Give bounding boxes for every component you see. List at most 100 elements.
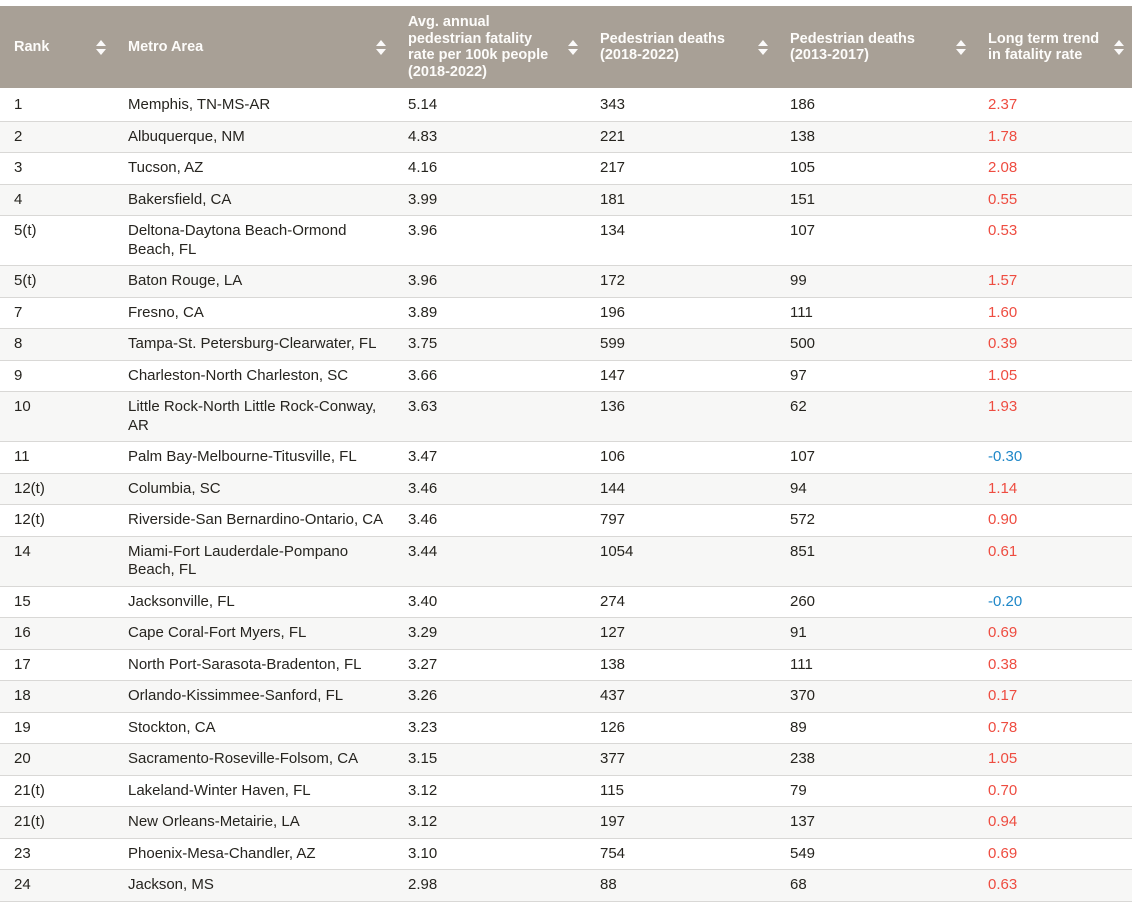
trend-cell: 0.17 (980, 681, 1132, 712)
deaths-2013-2017-cell: 107 (782, 216, 980, 247)
fatality-rate-cell: 3.99 (400, 185, 592, 216)
metro-area-cell: North Port-Sarasota-Bradenton, FL (120, 650, 400, 681)
deaths-2013-2017-cell: 370 (782, 681, 980, 712)
fatality-rate-cell: 3.12 (400, 807, 592, 838)
fatality-rate-cell: 3.89 (400, 298, 592, 329)
deaths-2018-2022-cell: 1054 (592, 537, 782, 568)
fatality-rate-cell: 3.15 (400, 744, 592, 775)
metro-area-cell: Bakersfield, CA (120, 185, 400, 216)
deaths-2018-2022-cell: 599 (592, 329, 782, 360)
column-header-rank[interactable]: Rank (0, 31, 120, 64)
trend-cell: 1.14 (980, 474, 1132, 505)
trend-cell: 0.63 (980, 870, 1132, 901)
trend-cell: 1.78 (980, 122, 1132, 153)
rank-cell: 14 (0, 537, 120, 568)
trend-cell: 0.90 (980, 505, 1132, 536)
rank-cell: 8 (0, 329, 120, 360)
table-body: 1 Memphis, TN-MS-AR 5.14 343 186 2.37 2 … (0, 90, 1132, 902)
fatality-rate-cell: 3.10 (400, 839, 592, 870)
metro-area-cell: Lakeland-Winter Haven, FL (120, 776, 400, 807)
rank-cell: 19 (0, 713, 120, 744)
deaths-2018-2022-cell: 172 (592, 266, 782, 297)
fatality-rate-cell: 3.44 (400, 537, 592, 568)
deaths-2013-2017-cell: 91 (782, 618, 980, 649)
rank-cell: 20 (0, 744, 120, 775)
column-header-metro-area[interactable]: Metro Area (120, 31, 400, 64)
deaths-2018-2022-cell: 147 (592, 361, 782, 392)
column-header-fatality-rate[interactable]: Avg. annual pedestrian fatality rate per… (400, 6, 592, 88)
column-header-deaths-2018-2022[interactable]: Pedestrian deaths (2018-2022) (592, 23, 782, 72)
fatality-rate-cell: 3.29 (400, 618, 592, 649)
sort-icon[interactable] (956, 40, 966, 55)
trend-cell: 1.57 (980, 266, 1132, 297)
table-row: 8 Tampa-St. Petersburg-Clearwater, FL 3.… (0, 329, 1132, 361)
column-header-deaths-2013-2017-label: Pedestrian deaths (2013-2017) (790, 31, 950, 64)
metro-area-cell: Charleston-North Charleston, SC (120, 361, 400, 392)
metro-area-cell: Albuquerque, NM (120, 122, 400, 153)
column-header-long-term-trend-label: Long term trend in fatality rate (988, 31, 1108, 64)
metro-area-cell: Cape Coral-Fort Myers, FL (120, 618, 400, 649)
table-header-row: Rank Metro Area Avg. annual pedestrian f… (0, 6, 1132, 88)
deaths-2018-2022-cell: 797 (592, 505, 782, 536)
metro-area-cell: Deltona-Daytona Beach-Ormond Beach, FL (120, 216, 400, 265)
deaths-2018-2022-cell: 197 (592, 807, 782, 838)
table-row: 2 Albuquerque, NM 4.83 221 138 1.78 (0, 122, 1132, 154)
trend-cell: 0.53 (980, 216, 1132, 247)
metro-area-cell: Tucson, AZ (120, 153, 400, 184)
rank-cell: 2 (0, 122, 120, 153)
trend-cell: 0.78 (980, 713, 1132, 744)
table-row: 14 Miami-Fort Lauderdale-Pompano Beach, … (0, 537, 1132, 587)
rank-cell: 1 (0, 90, 120, 121)
trend-cell: 2.08 (980, 153, 1132, 184)
column-header-long-term-trend[interactable]: Long term trend in fatality rate (980, 23, 1132, 72)
deaths-2018-2022-cell: 88 (592, 870, 782, 901)
sort-icon[interactable] (376, 40, 386, 55)
deaths-2018-2022-cell: 115 (592, 776, 782, 807)
deaths-2018-2022-cell: 377 (592, 744, 782, 775)
deaths-2013-2017-cell: 260 (782, 587, 980, 618)
table-row: 23 Phoenix-Mesa-Chandler, AZ 3.10 754 54… (0, 839, 1132, 871)
metro-area-cell: Stockton, CA (120, 713, 400, 744)
sort-icon[interactable] (96, 40, 106, 55)
rank-cell: 15 (0, 587, 120, 618)
rank-cell: 4 (0, 185, 120, 216)
deaths-2018-2022-cell: 343 (592, 90, 782, 121)
rank-cell: 23 (0, 839, 120, 870)
table-row: 21(t) New Orleans-Metairie, LA 3.12 197 … (0, 807, 1132, 839)
deaths-2018-2022-cell: 221 (592, 122, 782, 153)
column-header-deaths-2013-2017[interactable]: Pedestrian deaths (2013-2017) (782, 23, 980, 72)
deaths-2018-2022-cell: 754 (592, 839, 782, 870)
deaths-2013-2017-cell: 137 (782, 807, 980, 838)
rank-cell: 12(t) (0, 505, 120, 536)
table-row: 5(t) Baton Rouge, LA 3.96 172 99 1.57 (0, 266, 1132, 298)
fatality-rate-cell: 3.26 (400, 681, 592, 712)
table-row: 3 Tucson, AZ 4.16 217 105 2.08 (0, 153, 1132, 185)
trend-cell: 0.69 (980, 839, 1132, 870)
deaths-2013-2017-cell: 238 (782, 744, 980, 775)
rank-cell: 17 (0, 650, 120, 681)
trend-cell: 0.94 (980, 807, 1132, 838)
metro-area-cell: New Orleans-Metairie, LA (120, 807, 400, 838)
table-row: 15 Jacksonville, FL 3.40 274 260 -0.20 (0, 587, 1132, 619)
metro-area-cell: Little Rock-North Little Rock-Conway, AR (120, 392, 400, 441)
deaths-2018-2022-cell: 144 (592, 474, 782, 505)
metro-area-cell: Memphis, TN-MS-AR (120, 90, 400, 121)
fatality-rate-cell: 3.46 (400, 505, 592, 536)
table-row: 24 Jackson, MS 2.98 88 68 0.63 (0, 870, 1132, 902)
table-row: 12(t) Riverside-San Bernardino-Ontario, … (0, 505, 1132, 537)
sort-icon[interactable] (1114, 40, 1124, 55)
trend-cell: 0.38 (980, 650, 1132, 681)
deaths-2018-2022-cell: 274 (592, 587, 782, 618)
table-row: 11 Palm Bay-Melbourne-Titusville, FL 3.4… (0, 442, 1132, 474)
rank-cell: 5(t) (0, 266, 120, 297)
rank-cell: 5(t) (0, 216, 120, 247)
fatality-rate-cell: 3.23 (400, 713, 592, 744)
trend-cell: 1.05 (980, 361, 1132, 392)
sort-icon[interactable] (758, 40, 768, 55)
deaths-2018-2022-cell: 196 (592, 298, 782, 329)
deaths-2018-2022-cell: 138 (592, 650, 782, 681)
sort-icon[interactable] (568, 40, 578, 55)
deaths-2013-2017-cell: 151 (782, 185, 980, 216)
table-row: 21(t) Lakeland-Winter Haven, FL 3.12 115… (0, 776, 1132, 808)
deaths-2013-2017-cell: 68 (782, 870, 980, 901)
